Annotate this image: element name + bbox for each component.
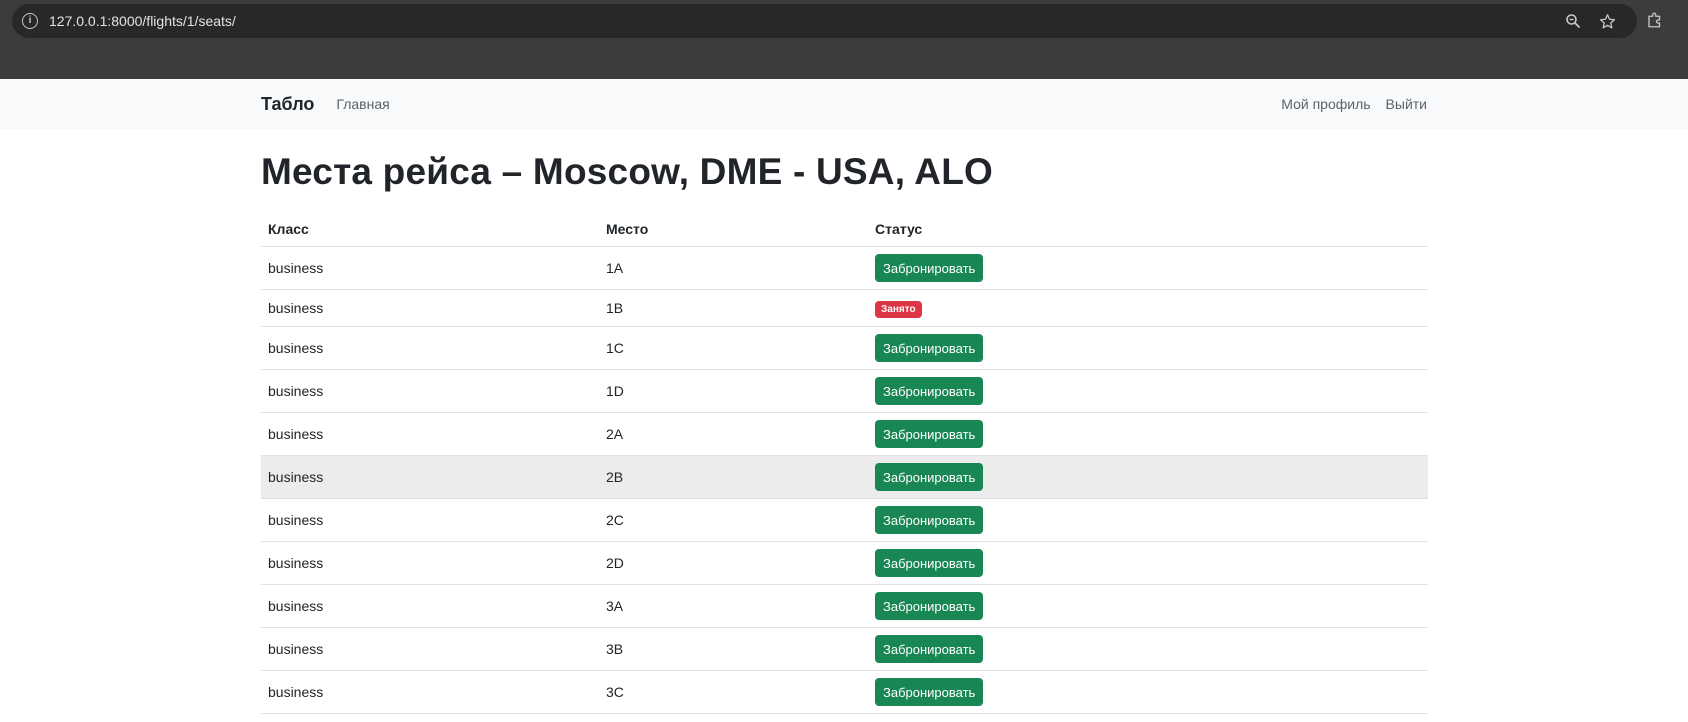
book-seat-button[interactable]: Забронировать <box>875 463 984 491</box>
cell-seat: 3A <box>599 584 868 628</box>
table-row: business 1B Занято <box>261 289 1428 327</box>
cell-seat: 1A <box>599 246 868 290</box>
brand-link[interactable]: Табло <box>261 94 314 115</box>
book-seat-button[interactable]: Забронировать <box>875 254 984 282</box>
cell-class: business <box>261 369 599 413</box>
navbar: Табло Главная Мой профиль Выйти <box>0 79 1688 129</box>
nav-profile-link[interactable]: Мой профиль <box>1281 96 1370 112</box>
cell-seat: 2A <box>599 412 868 456</box>
book-seat-button[interactable]: Забронировать <box>875 377 984 405</box>
cell-class: business <box>261 412 599 456</box>
zoom-icon[interactable] <box>1563 11 1583 31</box>
cell-status: Забронировать <box>868 246 1428 290</box>
cell-seat: 3B <box>599 627 868 671</box>
seat-rows: business 1A Забронировать business 1B Занято b… <box>261 246 1428 714</box>
cell-status: Забронировать <box>868 412 1428 456</box>
cell-class: business <box>261 455 599 499</box>
table-row: business 1C Забронировать <box>261 326 1428 370</box>
nav-logout-link[interactable]: Выйти <box>1386 96 1427 112</box>
cell-status: Забронировать <box>868 627 1428 671</box>
table-row: business 2A Забронировать <box>261 412 1428 456</box>
book-seat-button[interactable]: Забронировать <box>875 678 984 706</box>
cell-class: business <box>261 627 599 671</box>
cell-status: Забронировать <box>868 670 1428 714</box>
header-status: Статус <box>868 212 1428 247</box>
table-row: business 2B Забронировать <box>261 455 1428 499</box>
table-row: business 1A Забронировать <box>261 246 1428 290</box>
cell-status: Забронировать <box>868 455 1428 499</box>
browser-toolbar: i 127.0.0.1:8000/flights/1/seats/ <box>0 0 1688 79</box>
extensions-icon[interactable] <box>1644 9 1666 31</box>
address-bar[interactable]: i 127.0.0.1:8000/flights/1/seats/ <box>12 4 1637 38</box>
url-text[interactable]: 127.0.0.1:8000/flights/1/seats/ <box>49 13 236 29</box>
nav-home-link[interactable]: Главная <box>336 96 389 112</box>
cell-seat: 2D <box>599 541 868 585</box>
table-row: business 1D Забронировать <box>261 369 1428 413</box>
cell-class: business <box>261 498 599 542</box>
table-row: business 3B Забронировать <box>261 627 1428 671</box>
header-seat: Место <box>599 212 868 247</box>
cell-status: Забронировать <box>868 584 1428 628</box>
cell-status: Занято <box>868 289 1428 327</box>
table-row: business 2C Забронировать <box>261 498 1428 542</box>
seats-table: Класс Место Статус business 1A Забронирова… <box>261 212 1428 714</box>
table-row: business 2D Забронировать <box>261 541 1428 585</box>
cell-seat: 1C <box>599 326 868 370</box>
cell-class: business <box>261 670 599 714</box>
cell-status: Забронировать <box>868 498 1428 542</box>
table-row: business 3C Забронировать <box>261 670 1428 714</box>
book-seat-button[interactable]: Забронировать <box>875 549 984 577</box>
book-seat-button[interactable]: Забронировать <box>875 635 984 663</box>
star-icon[interactable] <box>1597 11 1617 31</box>
header-class: Класс <box>261 212 599 247</box>
table-row: business 3A Забронировать <box>261 584 1428 628</box>
cell-seat: 1B <box>599 289 868 327</box>
book-seat-button[interactable]: Забронировать <box>875 420 984 448</box>
cell-class: business <box>261 541 599 585</box>
book-seat-button[interactable]: Забронировать <box>875 506 984 534</box>
cell-seat: 2B <box>599 455 868 499</box>
book-seat-button[interactable]: Забронировать <box>875 334 984 362</box>
cell-class: business <box>261 246 599 290</box>
taken-badge: Занято <box>875 300 922 318</box>
cell-class: business <box>261 326 599 370</box>
main-content: Места рейса – Moscow, DME - USA, ALO Кла… <box>261 129 1428 714</box>
cell-class: business <box>261 584 599 628</box>
cell-status: Забронировать <box>868 326 1428 370</box>
info-icon[interactable]: i <box>22 13 38 29</box>
cell-seat: 3C <box>599 670 868 714</box>
cell-status: Забронировать <box>868 541 1428 585</box>
cell-class: business <box>261 289 599 327</box>
cell-status: Забронировать <box>868 369 1428 413</box>
cell-seat: 2C <box>599 498 868 542</box>
page-title: Места рейса – Moscow, DME - USA, ALO <box>261 151 993 192</box>
cell-seat: 1D <box>599 369 868 413</box>
book-seat-button[interactable]: Забронировать <box>875 592 984 620</box>
